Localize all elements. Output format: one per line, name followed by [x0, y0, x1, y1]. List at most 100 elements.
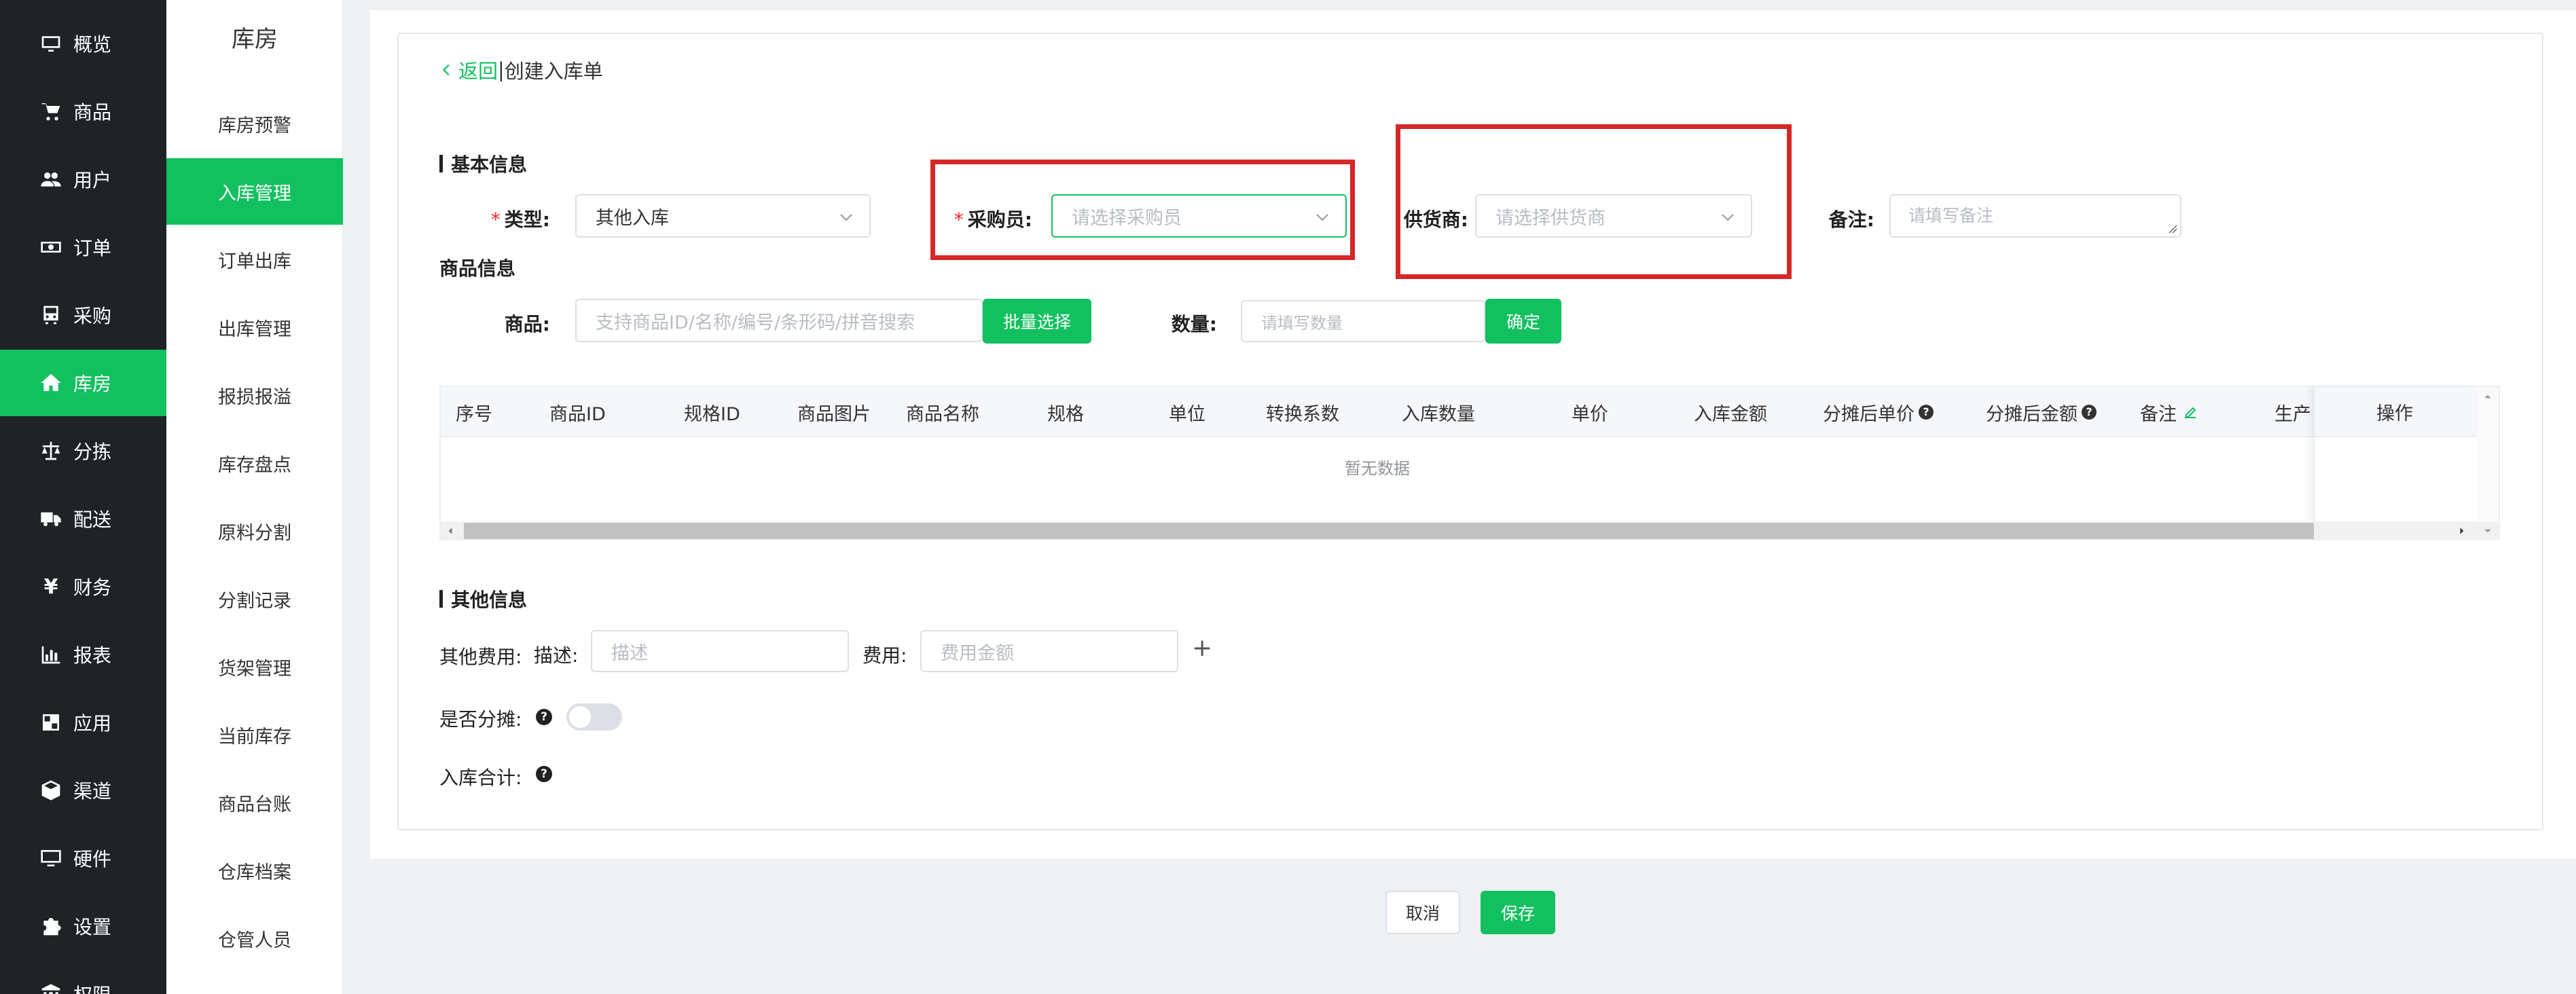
- remark-textarea[interactable]: 请填写备注: [1889, 194, 2181, 238]
- total-label: 入库合计:: [439, 767, 522, 789]
- subnav-item-inbound[interactable]: 入库管理: [166, 158, 343, 225]
- help-icon[interactable]: ?: [2082, 405, 2097, 420]
- page-title: 创建入库单: [504, 60, 603, 83]
- qty-label: 数量:: [1171, 313, 1217, 335]
- col-header-alloc-price: 分摊后单价?: [1823, 387, 1934, 437]
- buyer-select[interactable]: 请选择采购员: [1051, 194, 1347, 238]
- subnav-item-shelves[interactable]: 货架管理: [166, 633, 343, 700]
- col-header-unit: 单位: [1169, 403, 1205, 425]
- col-header-name: 商品名称: [906, 403, 979, 425]
- subnav-item-warning[interactable]: 库房预警: [166, 90, 343, 157]
- other-fee-label: 其他费用:: [439, 646, 522, 668]
- nav-item-warehouse[interactable]: 库房: [0, 350, 166, 416]
- col-header-remark: 备注: [2140, 387, 2198, 437]
- col-header-qty: 入库数量: [1402, 403, 1475, 425]
- scroll-up-icon[interactable]: [2482, 391, 2493, 402]
- type-select[interactable]: 其他入库: [575, 194, 871, 238]
- col-header-amount: 入库金额: [1694, 403, 1767, 425]
- goods-table: 序号 商品ID 规格ID 商品图片 商品名称 规格 单位 转换系数 入库数量 单…: [439, 386, 2500, 540]
- table-empty-text: 暂无数据: [1345, 459, 1410, 478]
- col-header-production: 生产: [2274, 403, 2311, 425]
- nav-item-users[interactable]: 用户: [0, 146, 166, 213]
- cube-icon: [39, 779, 62, 802]
- bar-chart-icon: [39, 643, 62, 666]
- scroll-down-icon[interactable]: [2482, 526, 2493, 536]
- nav-item-permissions[interactable]: 权限: [0, 961, 166, 994]
- subnav-item-stocktake[interactable]: 库存盘点: [166, 430, 343, 496]
- nav-item-finance[interactable]: ¥ 财务: [0, 553, 166, 620]
- desc-label: 描述:: [534, 644, 579, 667]
- remark-label: 备注:: [1828, 208, 1874, 231]
- secondary-sidebar-title: 库房: [232, 26, 278, 53]
- nav-item-overview[interactable]: 概览: [0, 10, 166, 77]
- puzzle-icon: [39, 915, 62, 938]
- allocate-label: 是否分摊:: [439, 708, 522, 731]
- fee-amount-input[interactable]: 费用金额: [920, 630, 1178, 672]
- help-icon[interactable]: ?: [536, 766, 552, 782]
- chevron-down-icon: [1316, 214, 1328, 221]
- subnav-item-split[interactable]: 原料分割: [166, 498, 343, 564]
- col-header-image: 商品图片: [797, 403, 871, 425]
- resize-handle-icon[interactable]: [2168, 224, 2177, 234]
- chevron-down-icon: [840, 214, 852, 221]
- nav-item-apps[interactable]: 应用: [0, 689, 166, 756]
- money-icon: [39, 236, 62, 259]
- basic-info-title: 基本信息: [439, 150, 527, 177]
- nav-item-settings[interactable]: 设置: [0, 893, 166, 959]
- nav-item-purchase[interactable]: 采购: [0, 282, 166, 348]
- buyer-label: * 采购员:: [954, 208, 1032, 231]
- nav-item-hardware[interactable]: 硬件: [0, 825, 166, 891]
- help-icon[interactable]: ?: [536, 709, 552, 725]
- subnav-item-staff[interactable]: 仓管人员: [166, 905, 343, 972]
- breadcrumb: 返回 | 创建入库单: [439, 56, 603, 84]
- add-fee-icon[interactable]: +: [1192, 634, 1212, 662]
- monitor-icon: [39, 32, 62, 55]
- scrollbar-thumb[interactable]: [464, 523, 2314, 539]
- qty-input[interactable]: 请填写数量: [1241, 300, 1485, 342]
- subnav-item-outbound[interactable]: 出库管理: [166, 294, 343, 361]
- home-icon: [39, 371, 62, 394]
- subnav-item-order-outbound[interactable]: 订单出库: [166, 226, 343, 293]
- subnav-item-split-records[interactable]: 分割记录: [166, 566, 343, 632]
- goods-search-input[interactable]: 支持商品ID/名称/编号/条形码/拼音搜索: [575, 299, 983, 342]
- edit-icon[interactable]: [2182, 404, 2198, 420]
- col-header-spec-id: 规格ID: [684, 403, 740, 425]
- bank-icon: [39, 982, 62, 994]
- supplier-label: 供货商:: [1403, 208, 1468, 231]
- col-header-action: 操作: [2315, 387, 2474, 437]
- other-info-title: 其他信息: [439, 585, 527, 612]
- type-label: * 类型:: [490, 208, 550, 231]
- batch-select-button[interactable]: 批量选择: [983, 299, 1091, 344]
- scroll-right-icon[interactable]: [2456, 526, 2467, 536]
- save-button[interactable]: 保存: [1481, 891, 1555, 934]
- cancel-button[interactable]: 取消: [1385, 891, 1460, 934]
- users-icon: [39, 168, 62, 191]
- back-link[interactable]: 返回: [439, 56, 498, 84]
- subnav-item-loss-overflow[interactable]: 报损报溢: [166, 362, 343, 428]
- nav-item-sorting[interactable]: 分拣: [0, 418, 166, 484]
- subnav-item-archives[interactable]: 仓库档案: [166, 837, 343, 904]
- goods-info-title: 商品信息: [439, 257, 516, 280]
- col-header-index: 序号: [456, 403, 492, 425]
- nav-item-goods[interactable]: 商品: [0, 78, 166, 145]
- subnav-item-current-stock[interactable]: 当前库存: [166, 701, 343, 768]
- nav-item-reports[interactable]: 报表: [0, 621, 166, 688]
- col-header-goods-id: 商品ID: [549, 403, 606, 425]
- nav-item-channels[interactable]: 渠道: [0, 757, 166, 824]
- scroll-left-icon[interactable]: [445, 526, 456, 536]
- subnav-item-ledger[interactable]: 商品台账: [166, 769, 343, 836]
- vertical-scrollbar[interactable]: [2477, 387, 2499, 521]
- nav-item-orders[interactable]: 订单: [0, 214, 166, 280]
- col-header-alloc-amount: 分摊后金额?: [1986, 387, 2097, 437]
- col-header-ratio: 转换系数: [1266, 403, 1339, 425]
- chevron-down-icon: [1722, 214, 1734, 221]
- cart-icon: [39, 100, 62, 123]
- truck-front-icon: [39, 303, 62, 327]
- fee-desc-input[interactable]: 描述: [591, 630, 849, 672]
- horizontal-scrollbar[interactable]: [441, 521, 2499, 540]
- confirm-button[interactable]: 确定: [1485, 299, 1561, 344]
- supplier-select[interactable]: 请选择供货商: [1475, 194, 1752, 238]
- allocate-toggle[interactable]: [566, 703, 622, 731]
- nav-item-delivery[interactable]: 配送: [0, 485, 166, 552]
- help-icon[interactable]: ?: [1919, 405, 1934, 420]
